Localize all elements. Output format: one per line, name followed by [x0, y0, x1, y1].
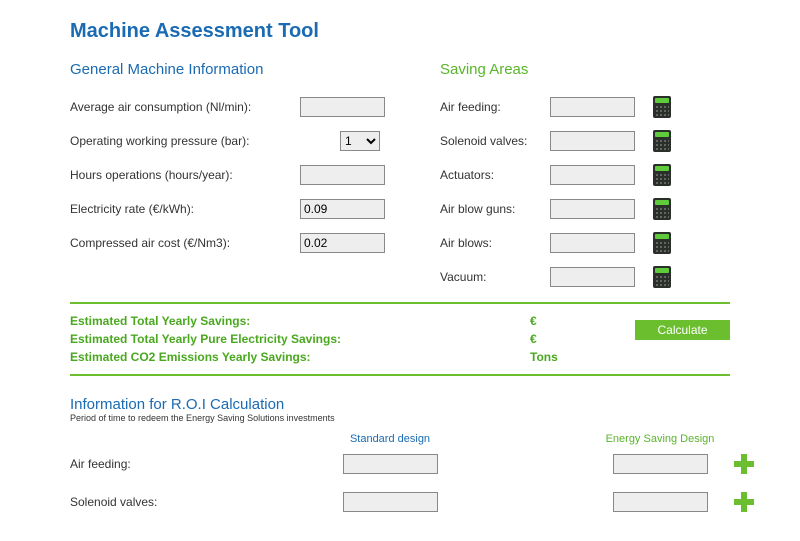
air-cost-input[interactable]	[300, 233, 385, 253]
roi-heading: Information for R.O.I Calculation	[70, 396, 730, 413]
elec-rate-input[interactable]	[300, 199, 385, 219]
actuators-input[interactable]	[550, 165, 635, 185]
calculator-icon[interactable]	[653, 266, 671, 288]
calculator-icon[interactable]	[653, 96, 671, 118]
blow-guns-label: Air blow guns:	[440, 202, 550, 216]
solenoid-label: Solenoid valves:	[440, 134, 550, 148]
roi-subheading: Period of time to redeem the Energy Savi…	[70, 413, 730, 423]
general-heading: General Machine Information	[70, 61, 420, 78]
roi-col-energy: Energy Saving Design	[600, 433, 720, 445]
roi-air-feeding-es-input[interactable]	[613, 454, 708, 474]
actuators-label: Actuators:	[440, 168, 550, 182]
calculator-icon[interactable]	[653, 232, 671, 254]
air-cost-label: Compressed air cost (€/Nm3):	[70, 236, 300, 250]
hours-input[interactable]	[300, 165, 385, 185]
calculate-button[interactable]: Calculate	[635, 320, 730, 340]
air-consumption-input[interactable]	[300, 97, 385, 117]
calculator-icon[interactable]	[653, 198, 671, 220]
working-pressure-select[interactable]: 1	[340, 131, 380, 151]
vacuum-label: Vacuum:	[440, 270, 550, 284]
roi-solenoid-label: Solenoid valves:	[70, 495, 300, 509]
air-blows-label: Air blows:	[440, 236, 550, 250]
summary-elec-label: Estimated Total Yearly Pure Electricity …	[70, 330, 530, 348]
page-title: Machine Assessment Tool	[70, 20, 730, 43]
air-blows-input[interactable]	[550, 233, 635, 253]
roi-col-standard: Standard design	[300, 433, 480, 445]
roi-air-feeding-std-input[interactable]	[343, 454, 438, 474]
hours-label: Hours operations (hours/year):	[70, 168, 300, 182]
roi-solenoid-es-input[interactable]	[613, 492, 708, 512]
summary-co2-value: Tons	[530, 348, 610, 366]
calculator-icon[interactable]	[653, 164, 671, 186]
summary-savings-label: Estimated Total Yearly Savings:	[70, 312, 530, 330]
calculator-icon[interactable]	[653, 130, 671, 152]
divider	[70, 302, 730, 304]
solenoid-input[interactable]	[550, 131, 635, 151]
summary-elec-value: €	[530, 330, 610, 348]
air-feeding-input[interactable]	[550, 97, 635, 117]
air-feeding-label: Air feeding:	[440, 100, 550, 114]
saving-heading: Saving Areas	[440, 61, 730, 78]
summary-savings-value: €	[530, 312, 610, 330]
summary-co2-label: Estimated CO2 Emissions Yearly Savings:	[70, 348, 530, 366]
divider	[70, 374, 730, 376]
working-pressure-label: Operating working pressure (bar):	[70, 134, 300, 148]
vacuum-input[interactable]	[550, 267, 635, 287]
air-consumption-label: Average air consumption (Nl/min):	[70, 100, 300, 114]
roi-solenoid-std-input[interactable]	[343, 492, 438, 512]
blow-guns-input[interactable]	[550, 199, 635, 219]
roi-air-feeding-label: Air feeding:	[70, 457, 300, 471]
elec-rate-label: Electricity rate (€/kWh):	[70, 202, 300, 216]
